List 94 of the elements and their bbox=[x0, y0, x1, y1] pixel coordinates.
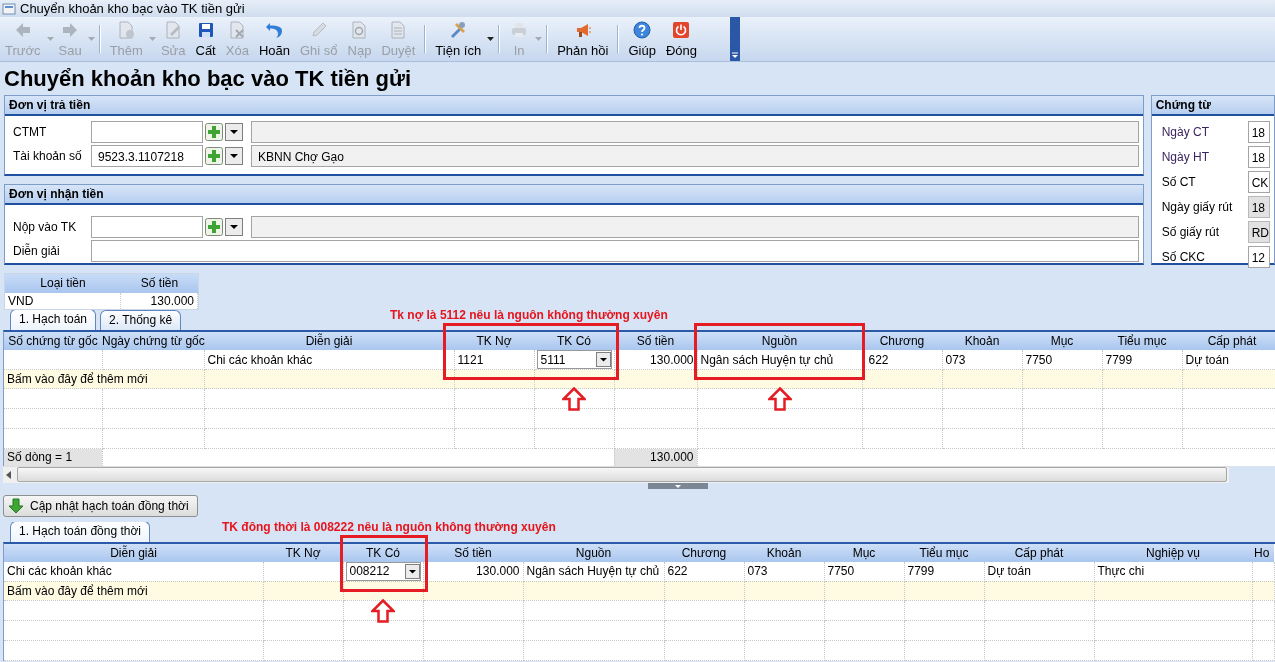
field-label: CTMT bbox=[12, 125, 48, 139]
panel-title: Đơn vị trả tiền bbox=[5, 96, 1143, 116]
up-arrow-icon bbox=[562, 387, 586, 411]
table-cell: 7799 bbox=[1102, 350, 1182, 370]
field-label: Ngày CT bbox=[1160, 124, 1210, 139]
column-header: Mục bbox=[1022, 332, 1102, 350]
update-button[interactable]: Cập nhật hạch toán đồng thời bbox=[3, 494, 198, 517]
column-header: TK Có bbox=[534, 332, 614, 350]
column-header: Mục bbox=[824, 543, 904, 562]
column-header: Diễn giải bbox=[4, 543, 263, 562]
input-field[interactable]: 12 bbox=[1247, 245, 1270, 268]
column-header: Khoản bbox=[942, 332, 1022, 350]
column-header: Số tiền bbox=[614, 332, 697, 350]
splitter-handle[interactable] bbox=[647, 482, 708, 489]
field-label: Số CKC bbox=[1160, 249, 1206, 264]
table-cell: 130.000 bbox=[121, 293, 198, 309]
field-label: Ngày giấy rút bbox=[1160, 199, 1234, 214]
column-header: Số chứng từ gốc bbox=[4, 332, 102, 350]
column-header: Loại tiền bbox=[5, 274, 121, 293]
description-field[interactable]: KBNN Chợ Gạo bbox=[251, 145, 1139, 167]
column-header: TK Nợ bbox=[454, 332, 534, 350]
toolbar-button[interactable]: Đóng bbox=[660, 17, 702, 61]
input-field[interactable] bbox=[91, 240, 1139, 262]
up-arrow-icon bbox=[371, 598, 395, 623]
toolbar-button[interactable]: Giúp bbox=[623, 17, 661, 61]
column-header: Cấp phát bbox=[984, 543, 1094, 562]
column-header: Diễn giải bbox=[204, 332, 454, 350]
column-header: Chương bbox=[862, 332, 942, 350]
panel-title: Chứng từ bbox=[1151, 96, 1274, 116]
input-field[interactable]: 9523.3.1107218 bbox=[91, 145, 203, 167]
dropdown-button[interactable] bbox=[595, 352, 611, 367]
app-icon bbox=[2, 1, 16, 16]
column-header: Nghiệp vụ bbox=[1094, 543, 1252, 562]
field-label: Ngày HT bbox=[1160, 149, 1210, 164]
dropdown-button[interactable] bbox=[225, 147, 243, 165]
annotation-text: Tk nợ là 5112 nếu là nguồn không thường xuyên bbox=[390, 310, 668, 322]
column-header: TK Có bbox=[343, 543, 423, 562]
input-field[interactable] bbox=[91, 121, 203, 143]
toolbar-button[interactable]: Phản hồi bbox=[552, 17, 614, 61]
tab[interactable]: 2. Thống kê bbox=[100, 310, 182, 330]
input-field[interactable]: CK bbox=[1247, 170, 1270, 193]
table-cell: Ngân sách Huyện tự chủ bbox=[697, 350, 862, 370]
help-icon bbox=[632, 20, 653, 40]
table-cell: VND bbox=[5, 293, 121, 309]
down-arrow-icon bbox=[8, 497, 24, 514]
column-header: Số tiền bbox=[423, 543, 523, 562]
toolbar-button[interactable]: Tiện ích bbox=[430, 17, 487, 61]
dropdown-button[interactable] bbox=[404, 563, 420, 579]
field-label: Tài khoản số bbox=[12, 149, 83, 163]
table-cell: Chi các khoản khác bbox=[204, 350, 454, 370]
column-header: TK Nợ bbox=[263, 543, 343, 562]
caret-icon[interactable] bbox=[487, 37, 495, 42]
column-header: Cấp phát bbox=[1182, 332, 1275, 350]
input-field[interactable]: 18 bbox=[1247, 120, 1270, 143]
dropdown-field[interactable]: 5111 bbox=[536, 350, 612, 369]
column-header: Tiểu mục bbox=[904, 543, 984, 562]
table-cell: 7750 bbox=[1022, 350, 1102, 370]
column-header: Nguồn bbox=[697, 332, 862, 350]
field-label: Số giấy rút bbox=[1160, 224, 1221, 239]
field-label: Diễn giải bbox=[12, 244, 61, 258]
power-icon bbox=[671, 20, 692, 40]
description-field[interactable] bbox=[251, 121, 1139, 143]
description-field[interactable] bbox=[251, 216, 1139, 238]
toolbar-button[interactable]: Cất bbox=[190, 17, 221, 61]
annotation-text: TK đồng thời là 008222 nếu là nguồn không thường xuyên bbox=[222, 521, 556, 534]
add-page-icon bbox=[116, 20, 137, 40]
column-header: Khoản bbox=[744, 543, 824, 562]
table-cell: 1121 bbox=[454, 350, 534, 370]
table-cell: 130.000 bbox=[614, 350, 697, 370]
column-header: Ngày chứng từ gốc bbox=[102, 332, 204, 350]
column-header: Ho bbox=[1252, 543, 1274, 562]
dropdown-button[interactable] bbox=[225, 123, 243, 141]
window-title: Chuyển khoản kho bạc vào TK tiền gửi bbox=[20, 1, 245, 16]
panel-title: Đơn vị nhận tiền bbox=[5, 185, 1143, 205]
tab[interactable]: 1. Hạch toán đồng thời bbox=[10, 521, 150, 542]
table-cell: 073 bbox=[942, 350, 1022, 370]
page-title: Chuyển khoản kho bạc vào TK tiền gửi bbox=[4, 65, 412, 92]
input-field[interactable]: 18 bbox=[1247, 145, 1270, 168]
column-header: Tiểu mục bbox=[1102, 332, 1182, 350]
total-amount: 130.000 bbox=[614, 448, 697, 466]
scroll-thumb[interactable] bbox=[17, 467, 1227, 482]
table-cell: 622 bbox=[862, 350, 942, 370]
column-header: Chương bbox=[664, 543, 744, 562]
dropdown-button[interactable] bbox=[225, 218, 243, 236]
up-arrow-icon bbox=[767, 387, 792, 411]
input-field[interactable] bbox=[91, 216, 203, 238]
toolbar-button[interactable]: Hoãn bbox=[253, 17, 295, 61]
tab[interactable]: 1. Hạch toán bbox=[10, 310, 97, 330]
field-label: Số CT bbox=[1160, 174, 1197, 189]
field-label: Nộp vào TK bbox=[12, 220, 78, 234]
add-row-prompt[interactable]: Bấm vào đây để thêm mới bbox=[4, 581, 263, 600]
column-header: Nguồn bbox=[523, 543, 664, 562]
column-header: Số tiền bbox=[121, 274, 198, 293]
table-cell: Dự toán bbox=[1182, 350, 1275, 370]
